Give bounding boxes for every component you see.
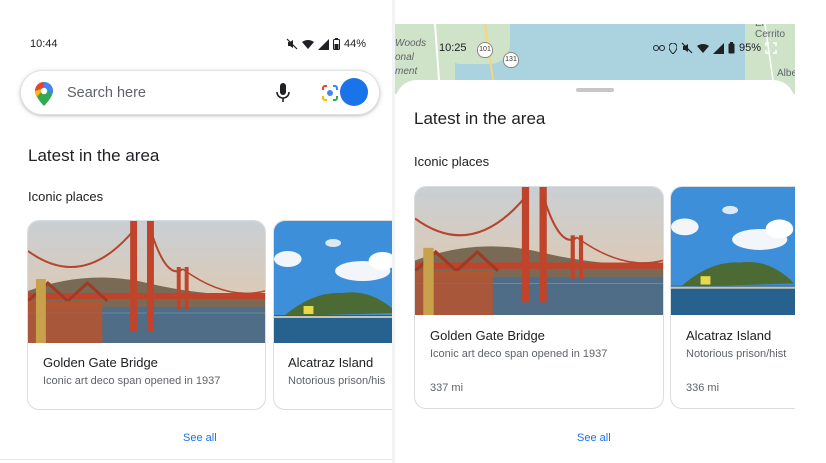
card-distance: 336 mi bbox=[686, 382, 720, 394]
status-time: 10:25 bbox=[439, 42, 467, 54]
see-all-link[interactable]: See all bbox=[183, 432, 217, 444]
signal-icon bbox=[317, 38, 329, 50]
subsection-heading: Iconic places bbox=[28, 189, 104, 204]
mute-icon bbox=[681, 42, 693, 54]
microphone-icon[interactable] bbox=[276, 83, 290, 103]
card-subtitle: Notorious prison/hist bbox=[686, 348, 787, 360]
map-label: El Cerrito bbox=[755, 24, 786, 40]
card-title: Alcatraz Island bbox=[288, 355, 374, 370]
subsection-heading: Iconic places bbox=[414, 154, 490, 169]
card-subtitle: Notorious prison/his bbox=[288, 375, 386, 387]
see-all-link[interactable]: See all bbox=[577, 432, 611, 444]
wifi-icon bbox=[301, 39, 314, 49]
golden-gate-photo bbox=[28, 221, 265, 343]
card-subtitle: Iconic art deco span opened in 1937 bbox=[43, 375, 221, 387]
golden-gate-photo bbox=[415, 187, 663, 315]
card-subtitle: Iconic art deco span opened in 1937 bbox=[430, 348, 608, 360]
card-distance: 337 mi bbox=[430, 382, 464, 394]
left-screen: 10:44 44% Search here Latest in the area… bbox=[0, 0, 392, 463]
fullscreen-icon[interactable] bbox=[765, 42, 777, 54]
map-label: Albe bbox=[777, 68, 795, 79]
link-icon bbox=[652, 45, 665, 51]
place-card-golden-gate[interactable]: Golden Gate Bridge Iconic art deco span … bbox=[414, 186, 664, 409]
route-shield: 131 bbox=[503, 52, 519, 68]
place-card-golden-gate[interactable]: Golden Gate Bridge Iconic art deco span … bbox=[27, 220, 266, 410]
avatar[interactable] bbox=[340, 78, 368, 106]
map-label: onal bbox=[395, 52, 414, 63]
status-bar: 10:44 44% bbox=[30, 38, 366, 50]
battery-icon bbox=[728, 42, 735, 54]
section-heading: Latest in the area bbox=[28, 146, 160, 165]
battery-percent: 95% bbox=[738, 42, 761, 54]
bottom-sheet[interactable]: Latest in the area Iconic places Golden … bbox=[395, 80, 795, 463]
status-time: 10:44 bbox=[30, 38, 58, 50]
card-title: Alcatraz Island bbox=[686, 328, 772, 343]
alcatraz-photo bbox=[671, 187, 795, 315]
status-bar: 10:25 95% bbox=[439, 42, 777, 54]
place-card-alcatraz[interactable]: Alcatraz Island Notorious prison/hist 33… bbox=[670, 186, 795, 409]
google-lens-icon[interactable] bbox=[320, 83, 340, 103]
battery-percent: 44% bbox=[343, 38, 366, 50]
search-input[interactable]: Search here bbox=[67, 85, 146, 101]
drag-handle[interactable] bbox=[576, 88, 614, 92]
mute-icon bbox=[286, 38, 298, 50]
location-icon bbox=[668, 42, 677, 54]
right-screen: Woods onal ment Albe El Cerrito 101 131 … bbox=[395, 0, 795, 463]
section-heading: Latest in the area bbox=[414, 109, 546, 128]
map-label: Woods bbox=[395, 38, 427, 49]
map-label: ment bbox=[395, 66, 418, 77]
battery-icon bbox=[332, 38, 340, 50]
search-bar[interactable]: Search here bbox=[20, 70, 380, 115]
status-icons: 44% bbox=[286, 38, 366, 50]
place-card-alcatraz[interactable]: Alcatraz Island Notorious prison/his bbox=[273, 220, 392, 410]
wifi-icon bbox=[696, 43, 709, 53]
status-icons: 95% bbox=[652, 42, 777, 54]
card-title: Golden Gate Bridge bbox=[43, 355, 158, 370]
divider bbox=[0, 459, 392, 460]
signal-icon bbox=[712, 42, 724, 54]
card-title: Golden Gate Bridge bbox=[430, 328, 545, 343]
alcatraz-photo bbox=[274, 221, 392, 343]
maps-pin-icon bbox=[35, 82, 53, 106]
